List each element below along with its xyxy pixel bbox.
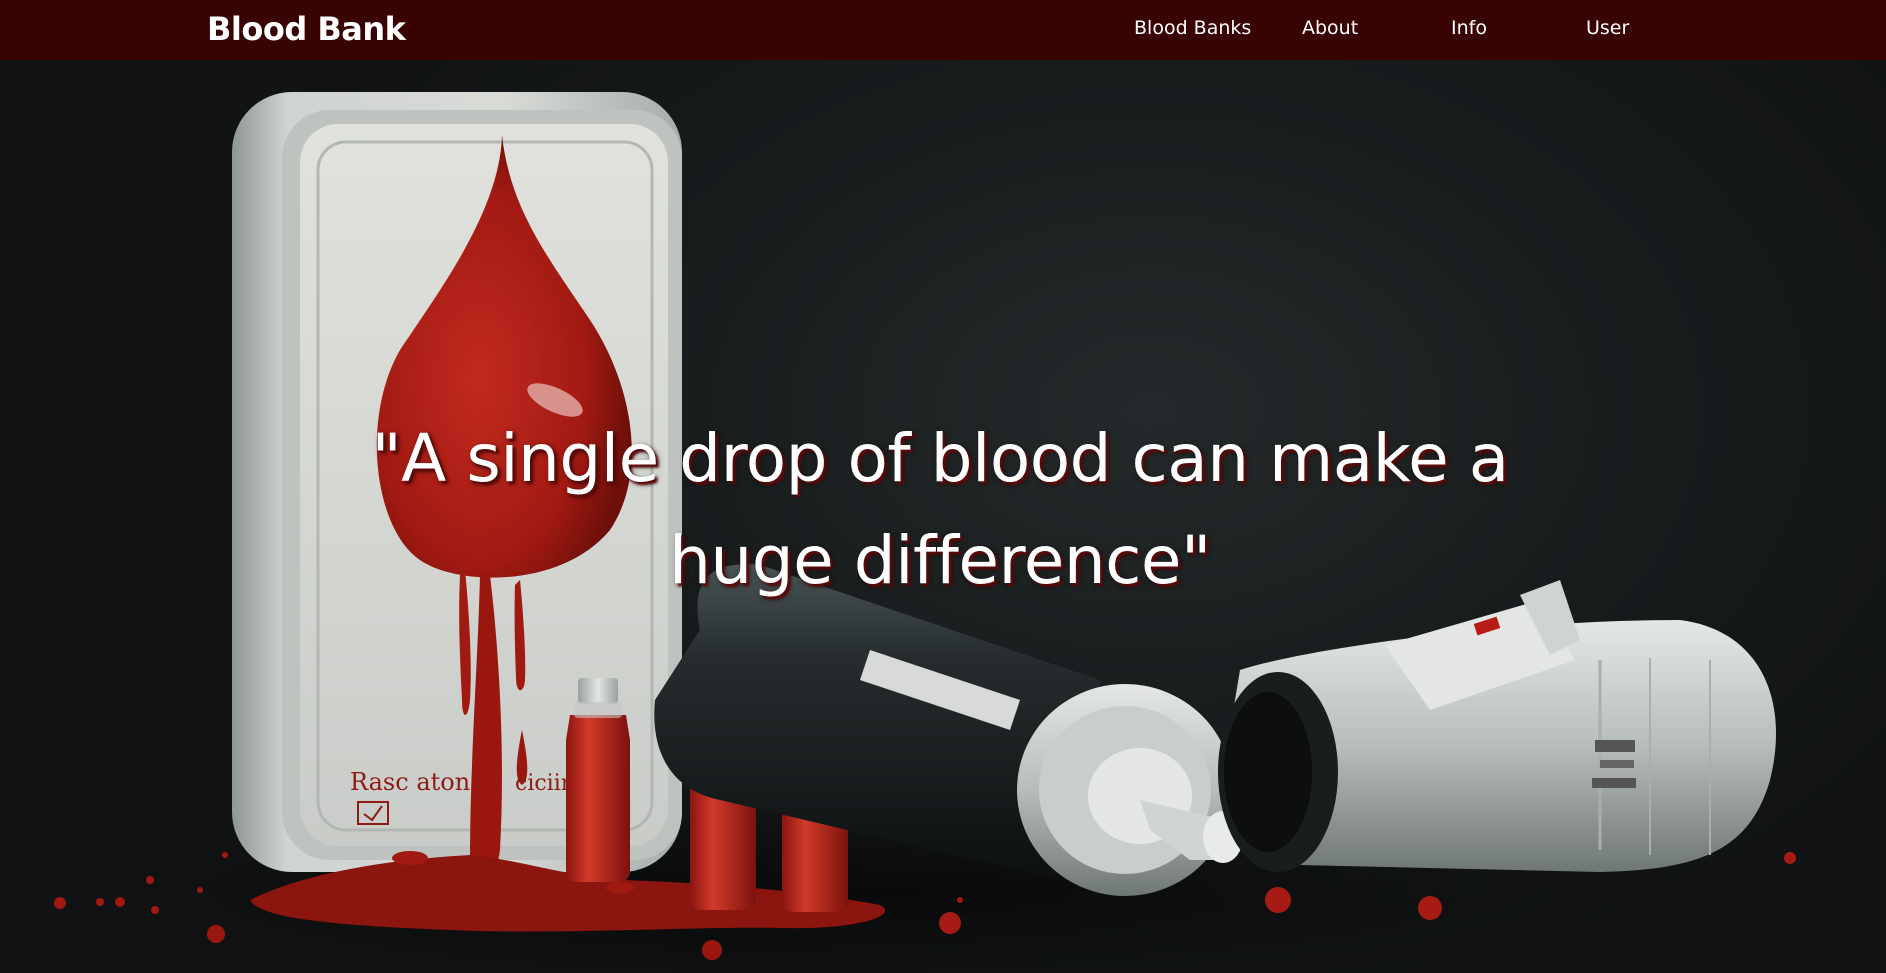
light-canister-illustration: [1218, 580, 1776, 872]
hero-quote: "A single drop of blood can make a huge …: [371, 420, 1509, 599]
hero-section: Rasc aton ciciir "A single drop of blood…: [0, 60, 1886, 973]
brand-logo-link[interactable]: Blood Bank: [207, 9, 406, 49]
container-label-text: Rasc aton: [350, 768, 470, 796]
container-label-right-text: ciciir: [515, 771, 572, 796]
nav-link-info[interactable]: Info: [1451, 16, 1487, 40]
nav-link-blood-banks[interactable]: Blood Banks: [1134, 16, 1251, 40]
page: Blood Bank Blood Banks About Info User R…: [0, 0, 1886, 973]
nav-link-about[interactable]: About: [1302, 16, 1358, 40]
navbar: Blood Bank Blood Banks About Info User: [0, 0, 1886, 60]
nav-link-user[interactable]: User: [1586, 16, 1629, 40]
